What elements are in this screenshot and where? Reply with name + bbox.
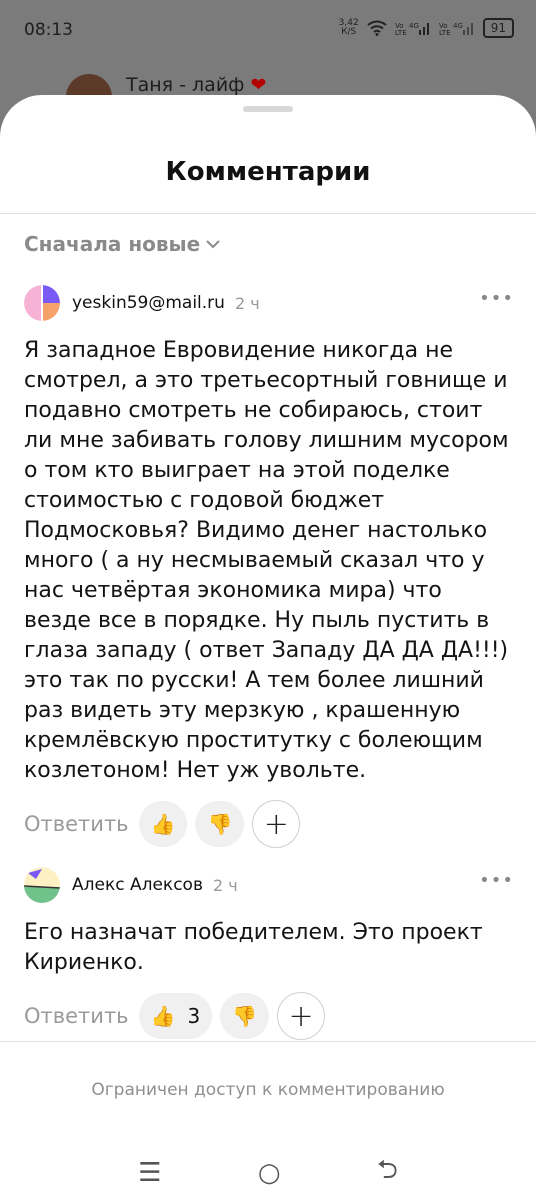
status-bar: 08:13 3,42 К/S Vo LTE 4G Vo LTE 4G 91	[0, 0, 536, 60]
avatar[interactable]	[24, 285, 60, 321]
comment-actions: Ответить 👍 👎 +	[24, 800, 514, 848]
comment-item: Алекс Алексов 2 ч ••• Его назначат побед…	[24, 866, 514, 1040]
add-reaction-button[interactable]: +	[252, 800, 301, 848]
comment-author[interactable]: Алекс Алексов	[72, 875, 203, 895]
header-divider	[0, 213, 536, 214]
comment-time: 2 ч	[234, 293, 260, 313]
comment-text: Я западное Евровидение никогда не смотре…	[24, 338, 509, 783]
heart-icon: ❤	[250, 74, 267, 96]
comment-actions: Ответить 👍 3 👎 +	[24, 992, 514, 1040]
more-icon[interactable]: •••	[479, 288, 514, 309]
comment-author[interactable]: yeskin59@mail.ru	[72, 293, 225, 313]
like-button[interactable]: 👍 3	[138, 993, 213, 1039]
sort-label: Сначала новые	[24, 232, 201, 256]
reply-button[interactable]: Ответить	[24, 1004, 129, 1028]
sheet-title: Комментарии	[165, 157, 371, 187]
back-icon[interactable]: ⮌	[377, 1151, 398, 1195]
plus-icon: +	[288, 998, 314, 1034]
svg-text:4G: 4G	[409, 22, 419, 30]
signal-icon-2: Vo LTE 4G	[439, 22, 473, 36]
home-icon[interactable]: ○	[258, 1158, 281, 1188]
thumbs-down-icon: 👎	[207, 812, 233, 836]
thumbs-up-icon: 👍	[150, 1004, 176, 1028]
comment-header: Алекс Алексов 2 ч •••	[24, 866, 514, 904]
like-button[interactable]: 👍	[138, 801, 188, 847]
svg-text:LTE: LTE	[395, 29, 407, 36]
dislike-button[interactable]: 👎	[195, 801, 245, 847]
avatar[interactable]	[24, 867, 60, 903]
svg-text:LTE: LTE	[439, 29, 451, 36]
more-icon[interactable]: •••	[479, 870, 514, 891]
restricted-notice: Ограничен доступ к комментированию	[91, 1080, 445, 1100]
status-icons: 3,42 К/S Vo LTE 4G Vo LTE 4G 91	[339, 18, 514, 38]
channel-title: Таня - лайф ❤	[126, 74, 267, 96]
thumbs-up-icon: 👍	[150, 812, 176, 836]
signal-icon: Vo LTE 4G	[395, 22, 429, 36]
battery-indicator: 91	[482, 18, 514, 38]
svg-text:4G: 4G	[453, 22, 463, 30]
add-reaction-button[interactable]: +	[277, 992, 326, 1040]
comment-time: 2 ч	[212, 875, 238, 895]
thumbs-down-icon: 👎	[232, 1004, 258, 1028]
sheet-drag-handle[interactable]	[243, 106, 293, 112]
wifi-icon	[367, 20, 387, 36]
sort-dropdown[interactable]: Сначала новые	[24, 232, 220, 256]
system-navbar: ☰ ○ ⮌	[0, 1145, 536, 1200]
footer-divider	[0, 1041, 536, 1042]
plus-icon: +	[263, 806, 289, 842]
network-speed: 3,42 К/S	[338, 18, 359, 37]
status-time: 08:13	[24, 20, 73, 40]
like-count: 3	[187, 1004, 201, 1028]
menu-icon[interactable]: ☰	[138, 1158, 161, 1188]
comment-text: Его назначат победителем. Это проект Кир…	[24, 920, 483, 975]
dislike-button[interactable]: 👎	[220, 993, 270, 1039]
chevron-down-icon	[206, 240, 220, 249]
comment-header: yeskin59@mail.ru 2 ч •••	[24, 284, 514, 322]
comments-sheet: Комментарии Сначала новые yeskin59@mail.…	[0, 95, 536, 1200]
reply-button[interactable]: Ответить	[24, 812, 129, 836]
comment-item: yeskin59@mail.ru 2 ч ••• Я западное Евро…	[24, 284, 514, 848]
